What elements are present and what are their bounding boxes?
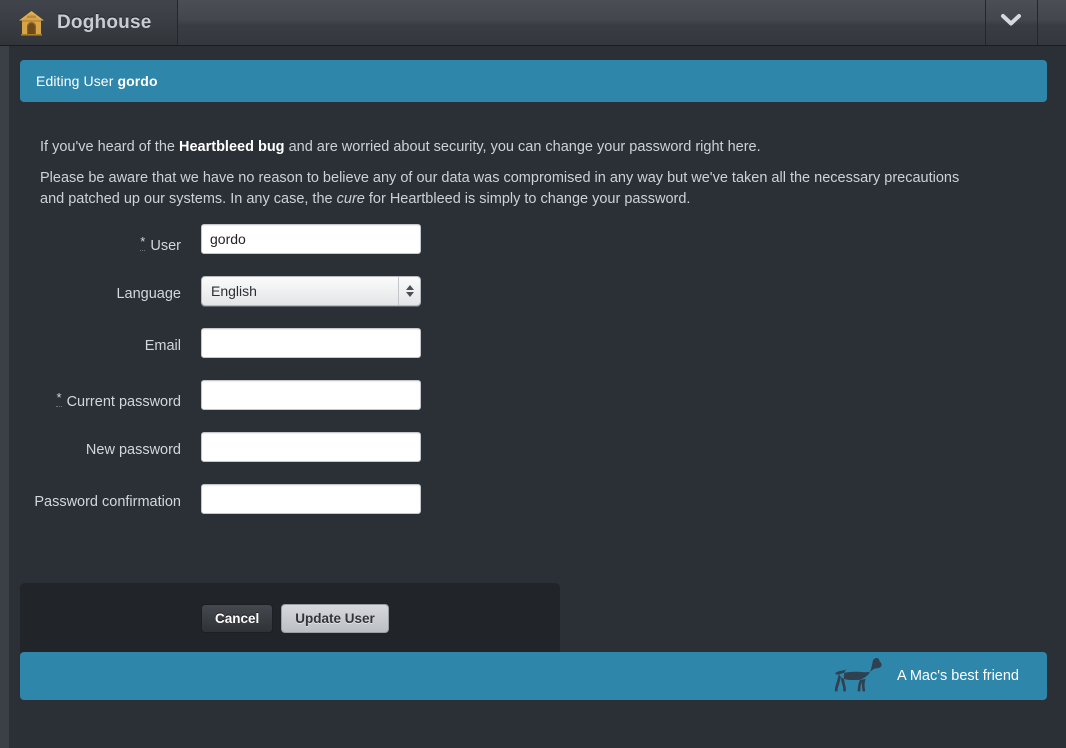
update-user-button[interactable]: Update User	[281, 604, 389, 633]
password-confirmation-input[interactable]	[201, 484, 421, 514]
form-actions-row: Cancel Update User	[201, 604, 389, 633]
top-toolbar: Doghouse	[0, 0, 1066, 46]
label-email: Email	[0, 338, 181, 354]
panel-header-text: Editing User gordo	[36, 73, 158, 89]
control-new-password	[201, 432, 421, 462]
label-current-password-text: Current password	[66, 394, 181, 410]
doghouse-icon	[18, 10, 45, 36]
heartbleed-bug-emphasis: Heartbleed bug	[179, 138, 285, 155]
page-edge-strip	[0, 0, 9, 748]
panel-header: Editing User gordo	[20, 60, 1047, 102]
required-marker: *	[140, 234, 146, 251]
panel-header-username: gordo	[117, 73, 158, 89]
intro-p1-part-c: and are worried about security, you can …	[284, 138, 761, 155]
intro-p1-part-a: If you've heard of the	[40, 138, 179, 155]
chevron-down-icon	[1000, 13, 1022, 32]
panel-header-prefix: Editing User	[36, 73, 118, 89]
email-input[interactable]	[201, 328, 421, 358]
field-user: * User	[0, 224, 600, 276]
label-password-confirmation-text: Password confirmation	[34, 494, 181, 510]
label-language: Language	[0, 286, 181, 302]
language-select[interactable]: English	[201, 276, 421, 306]
control-password-confirmation	[201, 484, 421, 514]
field-password-confirmation: Password confirmation	[0, 484, 600, 536]
cancel-button[interactable]: Cancel	[201, 604, 274, 633]
field-current-password: * Current password	[0, 380, 600, 432]
new-password-input[interactable]	[201, 432, 421, 462]
required-marker: *	[56, 390, 62, 407]
cure-emphasis: cure	[336, 190, 365, 207]
menu-dropdown-button[interactable]	[985, 0, 1037, 45]
label-user-text: User	[150, 238, 181, 254]
control-current-password	[201, 380, 421, 410]
label-password-confirmation: Password confirmation	[0, 494, 181, 510]
current-password-input[interactable]	[201, 380, 421, 410]
user-input[interactable]	[201, 224, 421, 254]
label-new-password: New password	[0, 442, 181, 458]
app-tab[interactable]: Doghouse	[0, 0, 178, 45]
footer-bar: A Mac's best friend	[20, 652, 1047, 700]
language-select-value: English	[211, 283, 257, 299]
app-title: Doghouse	[57, 11, 152, 33]
select-stepper-icon[interactable]	[398, 277, 420, 305]
stepper-up-arrow-icon	[405, 285, 414, 290]
field-email: Email	[0, 328, 600, 380]
stepper-down-arrow-icon	[405, 292, 414, 297]
field-new-password: New password	[0, 432, 600, 484]
control-language: English	[201, 276, 421, 306]
intro-paragraph-1: If you've heard of the Heartbleed bug an…	[40, 137, 985, 158]
control-user	[201, 224, 421, 254]
footer-tagline: A Mac's best friend	[896, 668, 1019, 684]
content-area: Editing User gordo If you've heard of th…	[0, 46, 1066, 748]
form-actions-panel: Cancel Update User	[20, 583, 560, 656]
field-language: Language English	[0, 276, 600, 328]
dog-silhouette-icon	[833, 654, 889, 699]
label-user: * User	[0, 234, 181, 254]
label-new-password-text: New password	[85, 442, 181, 458]
label-email-text: Email	[144, 338, 181, 354]
toolbar-divider	[1037, 0, 1038, 45]
control-email	[201, 328, 421, 358]
label-language-text: Language	[116, 286, 181, 302]
intro-paragraph-2: Please be aware that we have no reason t…	[40, 168, 985, 210]
intro-p2-part-c: for Heartbleed is simply to change your …	[364, 190, 691, 207]
edit-user-form: * User Language English Email	[0, 224, 600, 536]
label-current-password: * Current password	[0, 390, 181, 410]
